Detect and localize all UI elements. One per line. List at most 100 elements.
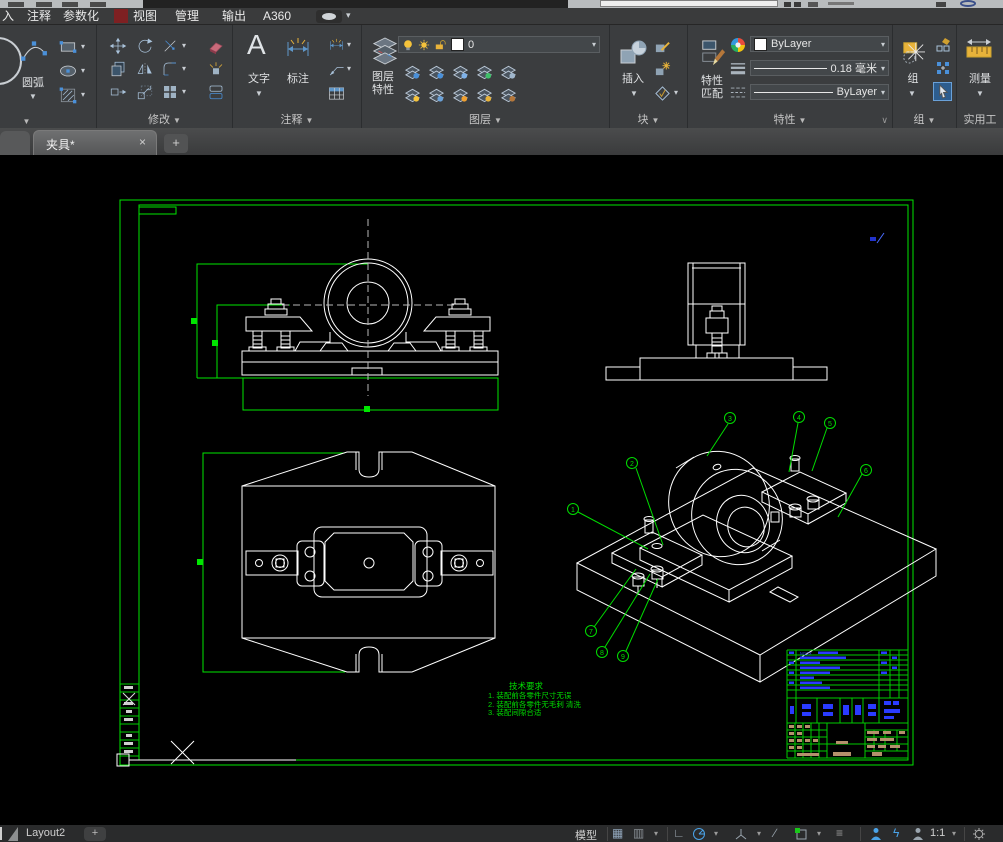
leader-tool-icon[interactable]	[328, 61, 345, 78]
color-wheel-icon[interactable]	[730, 37, 746, 53]
panel-caret[interactable]: ▼	[0, 115, 50, 127]
tab-annotate[interactable]: 注释	[27, 9, 51, 24]
titlebar-icon[interactable]	[808, 2, 818, 7]
chevron-down-icon[interactable]: ▾	[714, 829, 718, 838]
lineweight-dropdown[interactable]: 0.18 毫米 ▾	[750, 60, 889, 76]
group-add-icon[interactable]	[935, 60, 951, 76]
measure-button-label[interactable]: 测量	[959, 73, 1001, 86]
object-snap-tracking-icon[interactable]: ∕	[774, 826, 776, 840]
text-button-label[interactable]: 文字	[239, 73, 279, 86]
block-create-icon[interactable]	[654, 37, 671, 54]
stretch-tool-icon[interactable]	[109, 83, 127, 101]
linetype-dropdown[interactable]: ByLayer ▾	[750, 84, 889, 100]
chevron-down-icon[interactable]: ▾	[674, 88, 678, 97]
annotation-autoscale-icon[interactable]: ϟ	[893, 826, 899, 840]
titlebar-icon[interactable]	[90, 2, 106, 7]
linetype-icon[interactable]	[730, 85, 746, 100]
offset-tool-icon[interactable]	[207, 83, 225, 101]
front-view[interactable]	[241, 258, 499, 376]
scale-tool-icon[interactable]	[136, 83, 154, 101]
layer-unlock2-icon[interactable]	[476, 87, 493, 103]
ellipse-tool-icon[interactable]	[58, 61, 78, 81]
iso-view[interactable]	[575, 437, 938, 683]
move-tool-icon[interactable]	[109, 37, 127, 55]
close-icon[interactable]: ×	[139, 135, 146, 149]
rectangle-tool-icon[interactable]	[58, 37, 78, 57]
chevron-down-icon[interactable]: ▼	[255, 89, 263, 98]
snap-grid-icon[interactable]: ▦	[612, 826, 623, 840]
group-selection-toggle[interactable]	[933, 82, 952, 101]
annotation-scale-icon[interactable]	[912, 827, 924, 841]
file-tab-active[interactable]: 夹具* ×	[33, 130, 157, 155]
tab-insert-partial[interactable]: 入	[2, 9, 14, 24]
block-attribute-icon[interactable]	[654, 85, 671, 102]
dimension-button-label[interactable]: 标注	[278, 73, 318, 86]
chevron-down-icon[interactable]: ▾	[182, 64, 186, 73]
chevron-down-icon[interactable]: ▾	[654, 829, 658, 838]
block-edit-icon[interactable]	[654, 60, 671, 77]
dimension-tool-icon[interactable]	[283, 35, 313, 63]
titlebar-icon[interactable]	[36, 2, 52, 7]
panel-label-layers[interactable]: 图层 ▼	[362, 111, 609, 127]
panel-label-modify[interactable]: 修改 ▼	[97, 111, 232, 127]
help-icon[interactable]	[960, 0, 976, 7]
rotate-tool-icon[interactable]	[136, 37, 154, 55]
file-tab-partial[interactable]	[0, 131, 30, 155]
layer-freeze-icon[interactable]	[452, 64, 469, 80]
copy-tool-icon[interactable]	[109, 60, 127, 78]
chevron-down-icon[interactable]: ▾	[346, 10, 351, 21]
ortho-mode-icon[interactable]: ∟	[673, 826, 685, 840]
tab-output[interactable]: 输出	[222, 9, 246, 24]
chevron-down-icon[interactable]: ▾	[182, 41, 186, 50]
panel-label-annotate[interactable]: 注释 ▼	[233, 111, 361, 127]
layer-isolate-icon[interactable]	[404, 64, 421, 80]
lineweight-icon[interactable]	[730, 61, 746, 76]
layer-unisolate-icon[interactable]	[428, 64, 445, 80]
apps-grid-icon[interactable]	[936, 2, 946, 7]
side-view[interactable]	[605, 262, 828, 381]
fillet-tool-icon[interactable]	[161, 60, 179, 78]
group-tool-icon[interactable]	[901, 37, 925, 65]
tab-parametric[interactable]: 参数化	[63, 9, 99, 24]
search-input[interactable]	[600, 0, 778, 7]
insert-block-icon[interactable]	[618, 38, 648, 68]
dim-linear-icon[interactable]	[328, 37, 345, 54]
drawing-area[interactable]: 1 2 3 4 5 6 7 8 9 技术要求 1. 装配前各零件尺寸无误 2. …	[0, 155, 1003, 825]
layer-prev-icon[interactable]	[500, 87, 517, 103]
titlebar-icon[interactable]	[62, 2, 78, 7]
titlebar-icon[interactable]	[794, 2, 801, 7]
text-tool-icon[interactable]: A	[247, 29, 266, 61]
drawing-canvas[interactable]: 1 2 3 4 5 6 7 8 9 技术要求 1. 装配前各零件尺寸无误 2. …	[0, 155, 1003, 825]
tab-manage[interactable]: 管理	[175, 9, 199, 24]
group-edit-icon[interactable]	[935, 37, 951, 53]
annotation-scale-value[interactable]: 1:1	[930, 827, 945, 839]
layer-thaw-all-icon[interactable]	[452, 87, 469, 103]
chevron-down-icon[interactable]: ▾	[81, 42, 85, 51]
chevron-down-icon[interactable]: ▼	[29, 92, 37, 101]
layer-off-icon[interactable]	[404, 87, 421, 103]
chevron-down-icon[interactable]: ▾	[182, 87, 186, 96]
sign-in-label[interactable]	[828, 2, 854, 5]
grid-display-icon[interactable]: ▥	[633, 826, 644, 840]
arc-tool-icon[interactable]	[20, 37, 48, 63]
layer-match-icon[interactable]	[500, 64, 517, 80]
layout-tab[interactable]: Layout2	[26, 827, 65, 839]
chevron-down-icon[interactable]: ▼	[630, 89, 638, 98]
chevron-down-icon[interactable]: ▾	[81, 90, 85, 99]
array-tool-icon[interactable]	[161, 83, 179, 101]
panel-label-properties[interactable]: 特性 ▼	[688, 111, 892, 127]
layer-select-dropdown[interactable]: 0 ▾	[398, 36, 600, 53]
chevron-down-icon[interactable]: ▼	[908, 89, 916, 98]
new-layout-button[interactable]: +	[84, 827, 106, 841]
balloon-callouts[interactable]	[567, 411, 872, 662]
isometric-drafting-icon[interactable]	[734, 827, 748, 841]
panel-label-group[interactable]: 组 ▼	[893, 111, 956, 127]
match-properties-label[interactable]: 特性匹配	[696, 75, 728, 101]
insert-button-label[interactable]: 插入	[612, 73, 654, 86]
viewport-grips[interactable]	[191, 318, 370, 565]
titlebar-icon[interactable]	[8, 2, 24, 7]
measure-tool-icon[interactable]	[964, 37, 994, 63]
object-color-dropdown[interactable]: ByLayer ▾	[750, 36, 889, 52]
explode-tool-icon[interactable]	[207, 60, 225, 78]
lineweight-display-icon[interactable]: ≡	[836, 826, 843, 840]
